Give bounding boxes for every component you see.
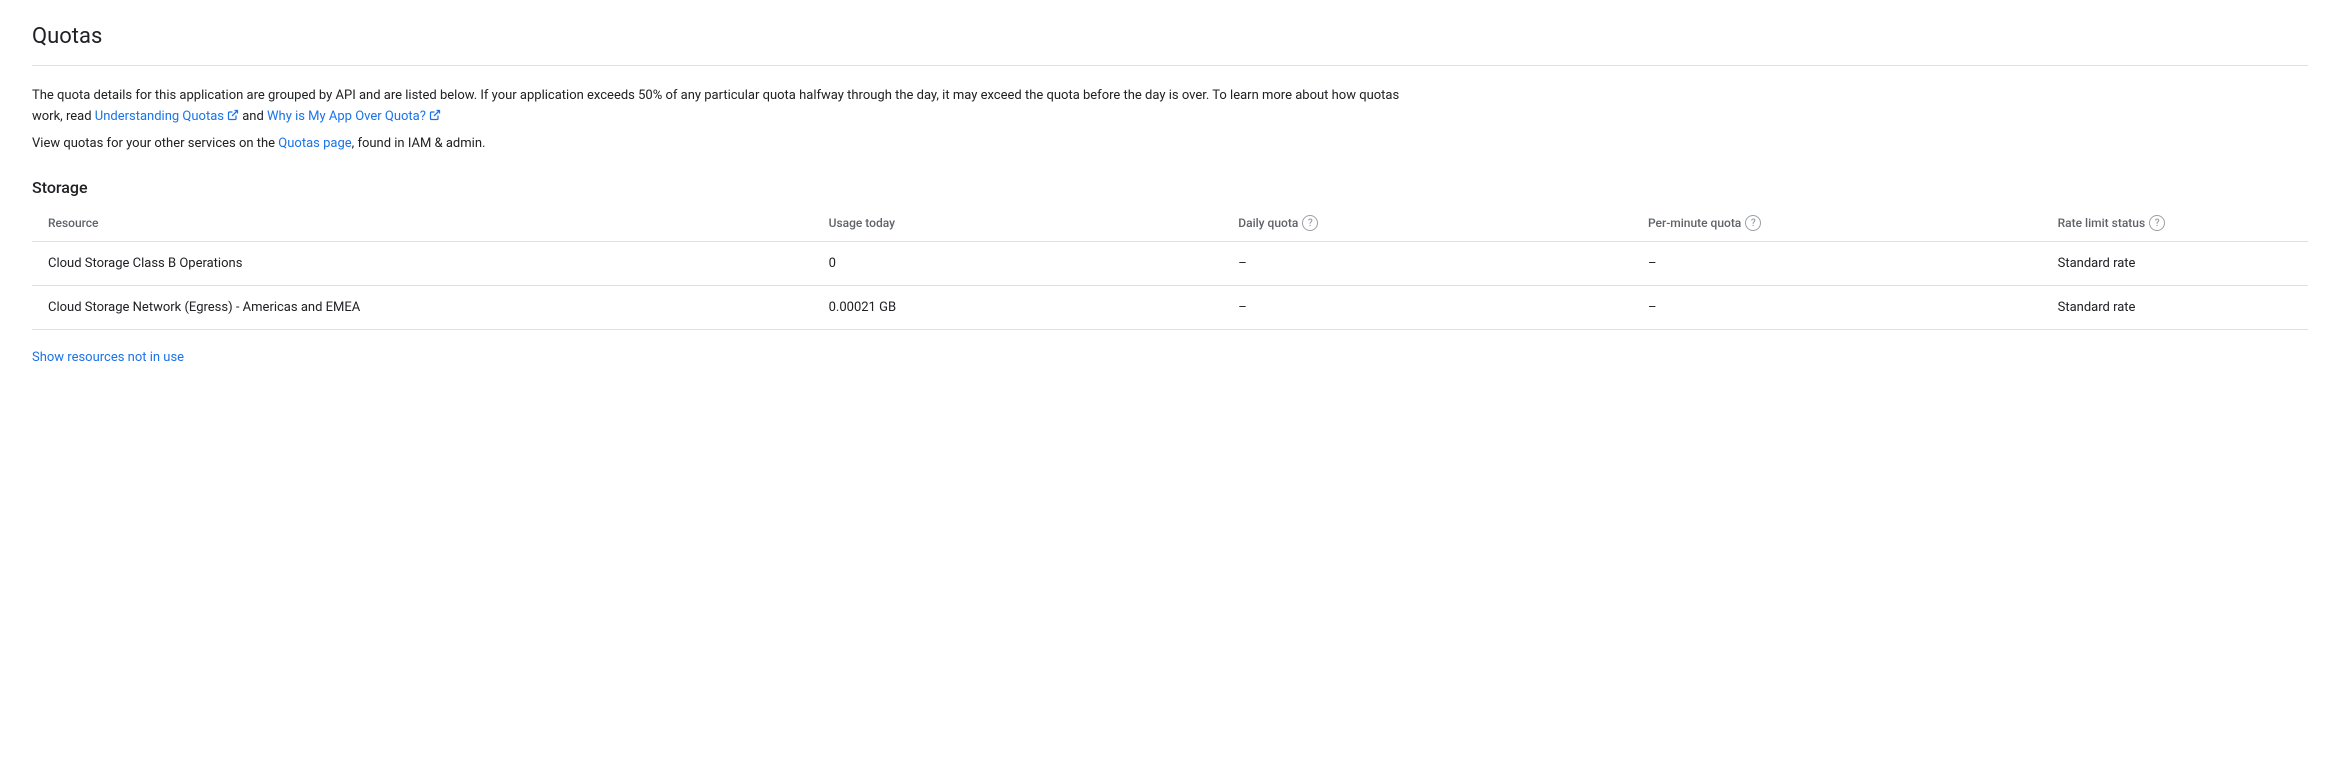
row-0-resource: Cloud Storage Class B Operations xyxy=(32,242,829,286)
external-link-icon-2 xyxy=(429,109,441,121)
row-0-rate_status: Standard rate xyxy=(2058,242,2308,286)
description-block: The quota details for this application a… xyxy=(32,86,1432,154)
row-1-rate_status: Standard rate xyxy=(2058,286,2308,330)
col-header-resource: Resource xyxy=(32,205,829,242)
description-line2-suffix: , found in IAM & admin. xyxy=(352,136,486,151)
description-line1-between: and xyxy=(239,109,267,124)
per-minute-quota-help-icon[interactable]: ? xyxy=(1745,215,1761,231)
row-1-resource: Cloud Storage Network (Egress) - America… xyxy=(32,286,829,330)
row-0-usage: 0 xyxy=(829,242,1239,286)
row-1-per_minute: – xyxy=(1648,286,2058,330)
quota-table: Resource Usage today Daily quota ? Per-m… xyxy=(32,205,2308,330)
why-over-quota-link[interactable]: Why is My App Over Quota? xyxy=(267,109,426,124)
understanding-quotas-link[interactable]: Understanding Quotas xyxy=(95,109,224,124)
show-resources-not-in-use-link[interactable]: Show resources not in use xyxy=(32,350,184,365)
col-header-rate-status: Rate limit status ? xyxy=(2058,205,2308,242)
table-row: Cloud Storage Network (Egress) - America… xyxy=(32,286,2308,330)
row-0-daily_quota: – xyxy=(1238,242,1648,286)
description-line2-prefix: View quotas for your other services on t… xyxy=(32,136,278,151)
col-header-per-minute: Per-minute quota ? xyxy=(1648,205,2058,242)
row-0-per_minute: – xyxy=(1648,242,2058,286)
divider xyxy=(32,65,2308,66)
storage-section-title: Storage xyxy=(32,178,2308,197)
quotas-page-link[interactable]: Quotas page xyxy=(278,136,351,151)
col-header-usage: Usage today xyxy=(829,205,1239,242)
quota-table-body: Cloud Storage Class B Operations0––Stand… xyxy=(32,242,2308,330)
daily-quota-help-icon[interactable]: ? xyxy=(1302,215,1318,231)
row-1-daily_quota: – xyxy=(1238,286,1648,330)
table-row: Cloud Storage Class B Operations0––Stand… xyxy=(32,242,2308,286)
external-link-icon-1 xyxy=(227,109,239,121)
row-1-usage: 0.00021 GB xyxy=(829,286,1239,330)
col-header-daily-quota: Daily quota ? xyxy=(1238,205,1648,242)
rate-limit-help-icon[interactable]: ? xyxy=(2149,215,2165,231)
page-title: Quotas xyxy=(32,24,2308,49)
table-header-row: Resource Usage today Daily quota ? Per-m… xyxy=(32,205,2308,242)
